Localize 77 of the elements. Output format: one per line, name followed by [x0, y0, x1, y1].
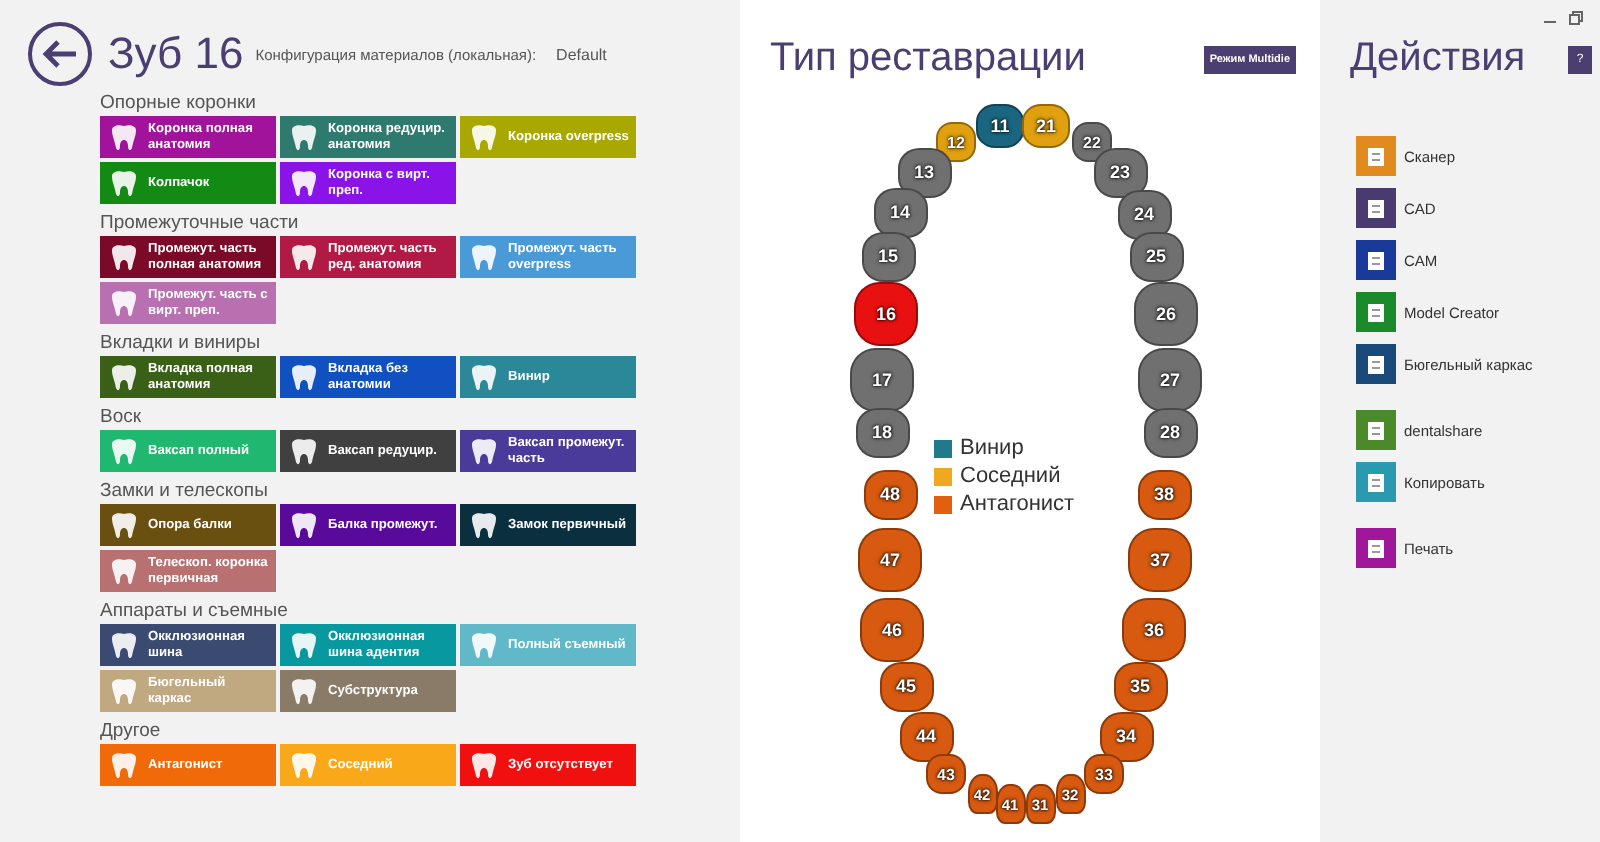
tooth[interactable]: 16: [854, 282, 918, 346]
tooth[interactable]: 26: [1134, 282, 1198, 346]
panel-title: Тип реставрации: [770, 36, 1086, 82]
tooth-icon: [288, 675, 320, 707]
tooth-icon: [288, 435, 320, 467]
tooth[interactable]: 27: [1138, 348, 1202, 412]
tooth-icon: [108, 167, 140, 199]
section-heading: Замки и телескопы: [100, 478, 270, 504]
tooth[interactable]: 47: [858, 528, 922, 592]
legend-label: Винир: [960, 436, 1024, 462]
back-button[interactable]: [28, 22, 92, 86]
action-tile-icon[interactable]: [1356, 240, 1396, 280]
action-tile-icon[interactable]: [1356, 136, 1396, 176]
tooth-icon: [108, 555, 140, 587]
tooth-icon: [288, 121, 320, 153]
section-heading: Воск: [100, 404, 144, 430]
tooth[interactable]: 22: [1072, 122, 1112, 162]
tooth-icon: [108, 121, 140, 153]
tooth-icon: [468, 435, 500, 467]
action-tile-icon[interactable]: [1356, 344, 1396, 384]
tooth-icon: [108, 361, 140, 393]
tooth[interactable]: 43: [926, 754, 966, 794]
section-heading: Аппараты и съемные: [100, 598, 290, 624]
tooth-icon: [288, 361, 320, 393]
tooth-icon: [468, 749, 500, 781]
tooth[interactable]: 23: [1093, 147, 1147, 197]
tooth-icon: [288, 509, 320, 541]
tooth-title: Зуб 16: [108, 28, 244, 80]
action-tile-icon[interactable]: [1356, 292, 1396, 332]
tooth-icon: [108, 241, 140, 273]
tooth[interactable]: 38: [1137, 469, 1191, 519]
section-heading: Другое: [100, 718, 163, 744]
tooth-icon: [468, 509, 500, 541]
legend-label: Соседний: [960, 464, 1061, 490]
tooth[interactable]: 46: [860, 598, 924, 662]
tooth[interactable]: 13: [897, 147, 951, 197]
section-heading: Опорные коронки: [100, 90, 258, 116]
action-tile-icon[interactable]: [1356, 188, 1396, 228]
tooth[interactable]: 11: [976, 104, 1024, 148]
back-arrow-icon: [42, 40, 78, 68]
tooth[interactable]: 37: [1128, 528, 1192, 592]
tooth[interactable]: 45: [879, 661, 933, 711]
legend-label: Антагонист: [960, 492, 1075, 518]
section-heading: Вкладки и виниры: [100, 330, 263, 356]
action-tile-icon[interactable]: [1356, 410, 1396, 450]
tooth[interactable]: 36: [1122, 598, 1186, 662]
tooth-icon: [108, 509, 140, 541]
tooth-icon: [288, 167, 320, 199]
tooth-icon: [288, 749, 320, 781]
tooth[interactable]: 14: [873, 187, 927, 237]
tooth[interactable]: 25: [1129, 231, 1183, 281]
tooth[interactable]: 44: [899, 711, 953, 761]
tooth-icon: [468, 629, 500, 661]
tooth-icon: [108, 675, 140, 707]
tooth-icon: [108, 435, 140, 467]
tooth-icon: [468, 361, 500, 393]
tooth[interactable]: 17: [850, 348, 914, 412]
tooth-icon: [108, 629, 140, 661]
tooth-icon: [288, 629, 320, 661]
tooth[interactable]: 34: [1099, 711, 1153, 761]
tooth[interactable]: 15: [861, 231, 915, 281]
tooth[interactable]: 33: [1084, 754, 1124, 794]
tooth[interactable]: 28: [1143, 407, 1197, 457]
panel-title: Действия: [1350, 36, 1526, 82]
tooth[interactable]: 48: [863, 469, 917, 519]
tooth[interactable]: 18: [855, 407, 909, 457]
tooth-icon: [468, 241, 500, 273]
action-tile-icon[interactable]: [1356, 462, 1396, 502]
tooth-icon: [288, 241, 320, 273]
tooth[interactable]: 35: [1113, 661, 1167, 711]
tooth-icon: [108, 749, 140, 781]
restore-icon[interactable]: [1568, 10, 1584, 26]
tooth-icon: [108, 287, 140, 319]
action-tile-icon[interactable]: [1356, 528, 1396, 568]
section-heading: Промежуточные части: [100, 210, 301, 236]
tooth-icon: [468, 121, 500, 153]
config-value: Default: [556, 45, 607, 63]
